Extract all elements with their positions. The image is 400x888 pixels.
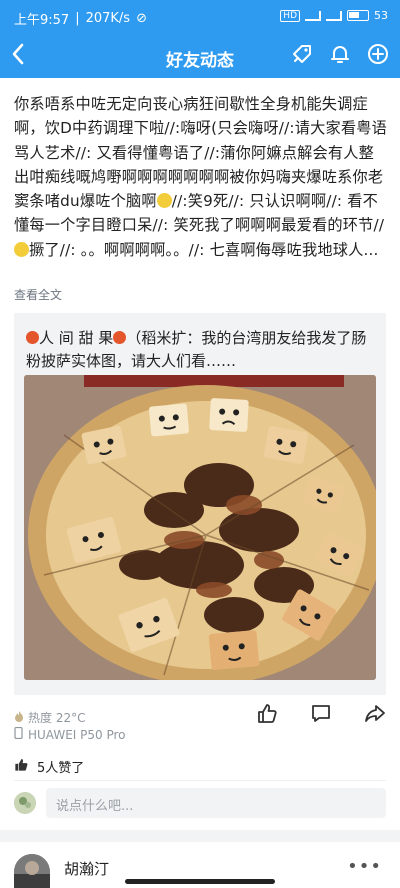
- mute-icon: ⊘: [136, 11, 147, 26]
- likes-summary[interactable]: 5人赞了: [14, 757, 84, 776]
- sparkle-tag-icon[interactable]: [290, 42, 314, 66]
- heat-text: 热度 22°C: [28, 711, 86, 725]
- post-body[interactable]: 你系唔系中咗无定向丧心病狂间歇性全身机能失调症啊，饮D中药调理下啦//:嗨呀(只…: [14, 92, 388, 262]
- battery-icon: [347, 10, 369, 21]
- sleepy-emoji-icon: [14, 241, 29, 257]
- battery-level: 53: [374, 9, 388, 22]
- user-avatar: [14, 792, 36, 814]
- device-info: HUAWEI P50 Pro: [14, 726, 126, 742]
- shared-post-card[interactable]: 人 间 甜 果（稻米扩：我的台湾朋友给我发了肠粉披萨实体图，请大人们看……: [14, 313, 386, 695]
- hd-icon: HD: [280, 9, 300, 22]
- home-indicator[interactable]: [125, 879, 275, 884]
- share-icon[interactable]: [362, 700, 388, 726]
- status-bar: 上午9:57 | 207K/s ⊘ HD 53: [14, 9, 388, 28]
- shared-post-text: 人 间 甜 果（稻米扩：我的台湾朋友给我发了肠粉披萨实体图，请大人们看……: [26, 327, 378, 373]
- smile-emoji-icon: [156, 193, 172, 209]
- post-actions: [254, 700, 388, 726]
- phone-icon: [14, 726, 23, 742]
- signal-icon: [305, 10, 321, 21]
- heat-indicator: 热度 22°C: [14, 709, 85, 726]
- shared-source: 人 间 甜 果: [39, 329, 114, 347]
- device-name: HUAWEI P50 Pro: [28, 727, 126, 742]
- comment-row: 说点什么吧...: [14, 787, 386, 819]
- flame-icon: [14, 710, 24, 725]
- post-text-part-3: 撅了//: 。。啊啊啊啊。。//: 七喜啊侮辱咗我地球人...: [29, 240, 379, 259]
- pizza-photo[interactable]: [24, 375, 376, 680]
- thumbs-up-filled-icon: [14, 757, 29, 776]
- network-speed: 207K/s: [85, 11, 131, 26]
- bell-icon[interactable]: [328, 42, 352, 66]
- apple-emoji-icon: [26, 331, 39, 344]
- apple-emoji-icon-2: [113, 331, 127, 344]
- divider: [14, 780, 386, 781]
- app-header: 上午9:57 | 207K/s ⊘ HD 53 好友动态: [0, 0, 400, 78]
- add-circle-icon[interactable]: [366, 42, 390, 66]
- likes-count-text: 5人赞了: [37, 761, 85, 776]
- next-username[interactable]: 胡瀚汀: [64, 858, 109, 879]
- comment-input[interactable]: 说点什么吧...: [46, 788, 386, 818]
- like-icon[interactable]: [254, 700, 280, 726]
- next-user-avatar[interactable]: [14, 854, 50, 888]
- title-bar: 好友动态: [0, 36, 400, 76]
- status-time: 上午9:57: [14, 13, 70, 28]
- section-separator: [0, 830, 400, 842]
- more-options-icon[interactable]: •••: [347, 856, 382, 877]
- signal-icon-2: [326, 10, 342, 21]
- comment-icon[interactable]: [308, 700, 334, 726]
- see-all-link[interactable]: 查看全文: [14, 286, 62, 303]
